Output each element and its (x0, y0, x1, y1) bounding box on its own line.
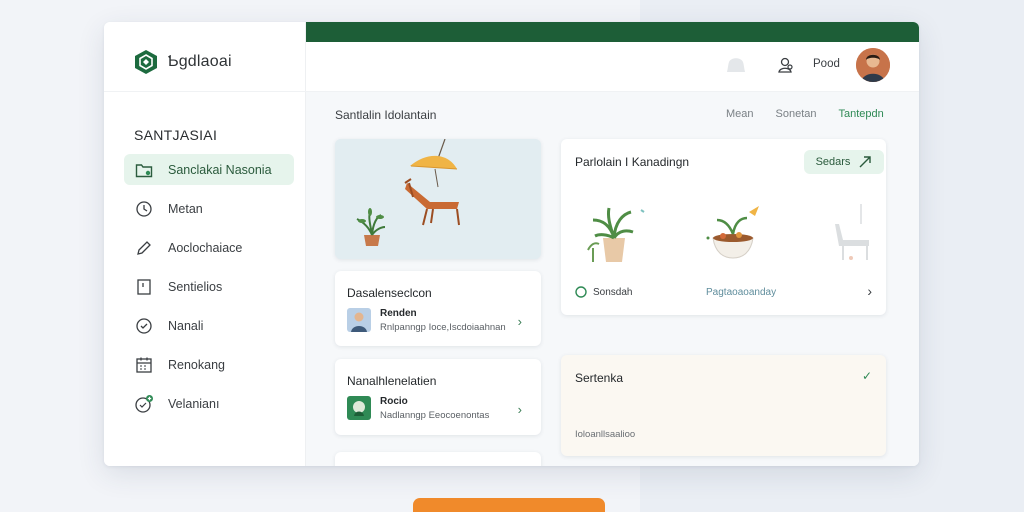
check-circle-icon (134, 316, 154, 336)
bookmark-icon (134, 277, 154, 297)
sidebar-item-3[interactable]: Sentielios (124, 271, 294, 302)
plant-thumbnail (347, 396, 371, 420)
sidebar-item-5[interactable]: Renokang (124, 349, 294, 380)
list-item[interactable]: Rocio Nadlanngp Eeocoenontas › (347, 396, 532, 422)
palm-plant-illustration (587, 207, 645, 262)
brand-name: Ƅgdlaoai (168, 53, 232, 70)
faded-chair-illustration (835, 204, 869, 260)
planner-illustrations (587, 204, 869, 262)
app-window: Ƅgdlaoai SANTJASIAI Sanclakai Nasonia Me… (104, 22, 919, 466)
sidebar-item-2[interactable]: Aoclochaiace (124, 232, 294, 263)
summary-card[interactable]: Sertenka ✓ Ioloanllsaalioo (561, 355, 886, 456)
list-item[interactable]: Renden Rnlpanngp Ioce,Iscdoiaahnan › (347, 308, 532, 334)
sidebar-item-label: Sanclakai Nasonia (168, 162, 272, 177)
plus-circle-icon (134, 394, 154, 414)
tab-0[interactable]: Mean (726, 108, 754, 120)
sidebar-section-title: SANTJASIAI (134, 127, 218, 143)
sidebar-item-1[interactable]: Metan (124, 193, 294, 224)
folder-icon (134, 160, 154, 180)
footer-left-label: Sonsdah (593, 286, 633, 298)
brand[interactable]: Ƅgdlaoai (134, 49, 232, 75)
list-card-partial (335, 452, 541, 466)
card-note: Ioloanllsaalioo (575, 429, 636, 440)
card-title: Parlolain I Kanadingn (575, 155, 690, 169)
tabs: Mean Sonetan Tantepdn (726, 108, 884, 120)
notification-icon[interactable] (724, 54, 748, 76)
main-content: Santlalin Idolantain Mean Sonetan Tantep… (306, 92, 919, 466)
footer-mid-label: Pagtaoaoanday (706, 287, 777, 298)
card-title: Dasalenseclcon (347, 286, 432, 300)
tab-1[interactable]: Sonetan (776, 108, 817, 120)
row-description: Rnlpanngp Ioce,Iscdoiaahnan (380, 322, 506, 333)
sidebar-nav: Sanclakai Nasonia Metan Aoclochaiace Sen… (124, 154, 294, 427)
planner-card: Parlolain I Kanadingn Sedars Sonsdah Pag… (561, 139, 886, 315)
row-name: Rocio (380, 396, 408, 407)
card-title: Sertenka (575, 371, 624, 385)
chevron-right-icon[interactable]: › (867, 283, 872, 299)
food-bowl-illustration (706, 206, 759, 259)
chat-icon (575, 286, 587, 298)
sidebar-item-label: Aoclochaiace (168, 240, 243, 255)
page-title: Santlalin Idolantain (335, 108, 437, 122)
sidebar-item-4[interactable]: Nanali (124, 310, 294, 341)
sidebar-item-label: Sentielios (168, 279, 223, 294)
sidebar-item-label: Metan (168, 201, 203, 216)
row-description: Nadlanngp Eeocoenontas (380, 410, 490, 421)
send-icon (859, 156, 872, 168)
hammock-chair-illustration (335, 139, 541, 259)
button-label: Sedars (815, 156, 851, 168)
users-icon[interactable] (776, 55, 796, 75)
planner-footer-status: Sonsdah (575, 286, 632, 298)
calendar-icon (134, 355, 154, 375)
sidebar-item-6[interactable]: Velanianı (124, 388, 294, 419)
cta-button[interactable] (413, 498, 605, 512)
sidebar-item-label: Renokang (168, 357, 225, 372)
sidebar-item-label: Velanianı (168, 396, 220, 411)
avatar[interactable] (856, 48, 890, 82)
user-name[interactable]: Pood (813, 58, 840, 70)
sidebar-divider (104, 91, 306, 92)
planner-action-button[interactable]: Sedars (804, 150, 884, 174)
sidebar-item-label: Nanali (168, 318, 204, 333)
list-card: Nanalhlenelatien Rocio Nadlanngp Eeocoen… (335, 359, 541, 435)
sidebar-item-0[interactable]: Sanclakai Nasonia (124, 154, 294, 185)
topbar: Pood (306, 42, 919, 92)
sidebar: Ƅgdlaoai SANTJASIAI Sanclakai Nasonia Me… (104, 22, 306, 466)
edit-icon[interactable]: ✓ (862, 369, 872, 383)
hexagon-logo-icon (135, 50, 157, 74)
list-card: Dasalenseclcon Renden Rnlpanngp Ioce,Isc… (335, 271, 541, 346)
hero-illustration-card[interactable] (335, 139, 541, 259)
row-name: Renden (380, 308, 417, 319)
person-thumbnail (347, 308, 371, 332)
clock-icon (134, 199, 154, 219)
tab-2[interactable]: Tantepdn (839, 108, 884, 120)
pencil-icon (134, 238, 154, 258)
topbar-accent (306, 22, 919, 42)
chevron-right-icon[interactable]: › (518, 314, 522, 329)
card-title: Nanalhlenelatien (347, 374, 437, 388)
chevron-right-icon[interactable]: › (518, 402, 522, 417)
